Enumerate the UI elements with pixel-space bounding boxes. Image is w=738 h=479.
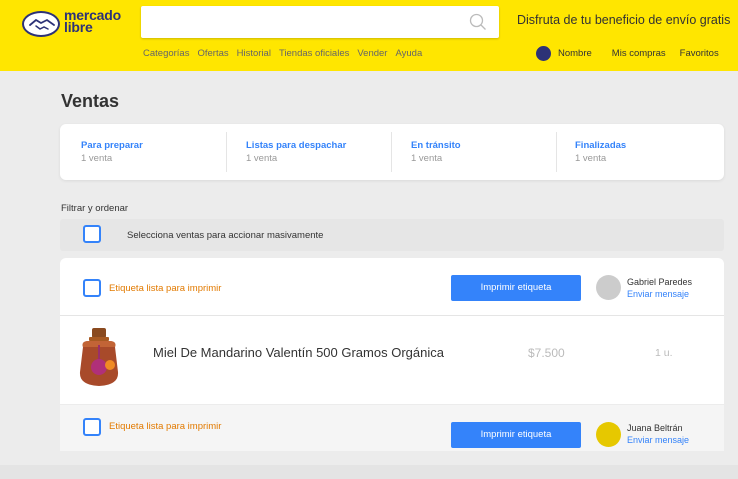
product-title[interactable]: Miel De Mandarino Valentín 500 Gramos Or… (153, 345, 444, 360)
handshake-icon (22, 11, 60, 37)
tab-para-preparar[interactable]: Para preparar 1 venta (81, 140, 143, 164)
print-label-button[interactable]: Imprimir etiqueta (451, 422, 581, 448)
sales-status-tabs: Para preparar 1 venta Listas para despac… (60, 124, 724, 180)
logo-text: mercado libre (64, 7, 121, 35)
send-message-link[interactable]: Enviar mensaje (627, 435, 689, 445)
label-status: Etiqueta lista para imprimir (109, 283, 222, 294)
tab-count: 1 venta (411, 153, 443, 164)
top-header: mercado libre Disfruta de tu beneficio d… (0, 0, 738, 71)
label-status: Etiqueta lista para imprimir (109, 421, 222, 432)
product-quantity: 1 u. (655, 347, 673, 359)
nav-ofertas[interactable]: Ofertas (197, 48, 228, 59)
tab-divider (556, 132, 557, 172)
tab-label: Listas para despachar (246, 140, 347, 151)
tab-en-transito[interactable]: En tránsito 1 venta (411, 140, 461, 164)
bottom-edge (0, 465, 738, 479)
send-message-link[interactable]: Enviar mensaje (627, 289, 689, 299)
buyer-avatar (596, 422, 621, 447)
my-purchases-link[interactable]: Mis compras (612, 48, 666, 59)
nav-vender[interactable]: Vender (357, 48, 387, 59)
product-price: $7.500 (528, 346, 565, 360)
tab-count: 1 venta (81, 153, 113, 164)
buyer-name: Gabriel Paredes (627, 277, 693, 287)
tab-label: En tránsito (411, 140, 461, 151)
favorites-link[interactable]: Favoritos (680, 48, 719, 59)
product-thumbnail[interactable] (77, 327, 121, 389)
tab-divider (226, 132, 227, 172)
select-all-checkbox[interactable] (83, 225, 101, 243)
sale-card: Etiqueta lista para imprimir Imprimir et… (60, 258, 724, 404)
mercado-libre-logo[interactable]: mercado libre (22, 7, 122, 41)
sale-card: Etiqueta lista para imprimir Imprimir et… (60, 405, 724, 451)
tab-label: Finalizadas (575, 140, 627, 151)
search-input[interactable] (141, 6, 499, 38)
user-name-link[interactable]: Nombre (558, 48, 592, 59)
page-title: Ventas (61, 91, 120, 111)
tab-divider (391, 132, 392, 172)
sale-select-checkbox[interactable] (83, 418, 101, 436)
search-icon[interactable] (469, 13, 487, 31)
print-label-button[interactable]: Imprimir etiqueta (451, 275, 581, 301)
category-nav: Categorías Ofertas Historial Tiendas ofi… (143, 48, 422, 59)
tab-label: Para preparar (81, 140, 143, 151)
filter-sort-label[interactable]: Filtrar y ordenar (61, 203, 128, 214)
tab-finalizadas[interactable]: Finalizadas 1 venta (575, 140, 626, 164)
buyer-avatar (596, 275, 621, 300)
nav-categorias[interactable]: Categorías (143, 48, 189, 59)
nav-ayuda[interactable]: Ayuda (395, 48, 422, 59)
tab-count: 1 venta (575, 153, 607, 164)
nav-historial[interactable]: Historial (237, 48, 271, 59)
free-shipping-promo[interactable]: Disfruta de tu beneficio de envío gratis (517, 13, 730, 27)
user-menu: Nombre Mis compras Favoritos (536, 46, 719, 61)
sale-card-header: Etiqueta lista para imprimir Imprimir et… (60, 258, 724, 316)
user-avatar[interactable] (536, 46, 551, 61)
nav-tiendas-oficiales[interactable]: Tiendas oficiales (279, 48, 349, 59)
tab-count: 1 venta (246, 153, 278, 164)
bulk-select-bar: Selecciona ventas para accionar masivame… (60, 219, 724, 251)
tab-listas-para-despachar[interactable]: Listas para despachar 1 venta (246, 140, 346, 164)
bulk-select-text: Selecciona ventas para accionar masivame… (127, 230, 324, 241)
sale-item-row[interactable]: Miel De Mandarino Valentín 500 Gramos Or… (60, 316, 724, 404)
sale-select-checkbox[interactable] (83, 279, 101, 297)
buyer-name: Juana Beltrán (627, 423, 683, 433)
